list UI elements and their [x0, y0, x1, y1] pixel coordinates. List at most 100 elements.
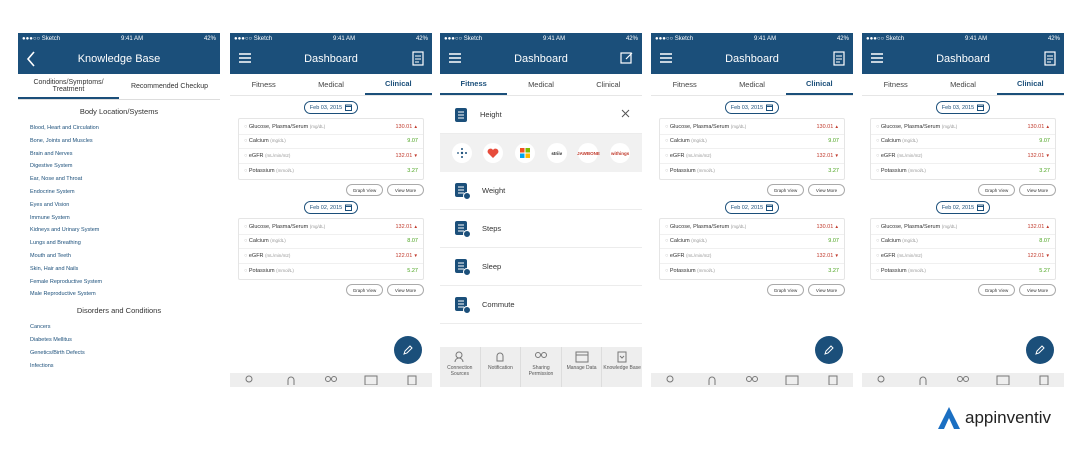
kb-list-item[interactable]: Bone, Joints and Muscles [30, 135, 220, 148]
connection-sources-icon[interactable] [651, 373, 691, 387]
lab-result-row[interactable]: ○ Glucose, Plasma/Serum (mg/dL) 130.01 ▲ [660, 220, 844, 235]
source-metric-row[interactable]: Sleep [440, 248, 642, 286]
view-more-button[interactable]: View More [387, 184, 424, 196]
lab-result-row[interactable]: ○ Calcium (mg/dL) 8.07 [871, 235, 1055, 249]
notification-icon[interactable] [270, 373, 310, 387]
date-pill[interactable]: Feb 02, 2015 [936, 201, 990, 214]
lab-result-row[interactable]: ○ Glucose, Plasma/Serum (mg/dL) 132.01 ▲ [239, 220, 423, 235]
source-metric-row[interactable]: Weight [440, 172, 642, 210]
kb-list-item[interactable]: Skin, Hair and Nails [30, 263, 220, 276]
sharing-permission-icon[interactable] [732, 373, 772, 387]
manage-data-icon[interactable] [351, 373, 391, 387]
connection-sources-icon[interactable] [230, 373, 270, 387]
view-more-button[interactable]: View More [387, 284, 424, 296]
manage-data-icon[interactable] [772, 373, 812, 387]
lab-result-row[interactable]: ○ Calcium (mg/dL) 9.07 [239, 135, 423, 149]
close-icon[interactable] [621, 109, 630, 120]
date-pill[interactable]: Feb 03, 2015 [936, 101, 990, 114]
tab-medical[interactable]: Medical [718, 74, 785, 95]
microsoft-logo-icon[interactable] [515, 143, 536, 163]
kb-list-item[interactable]: Digestive System [30, 160, 220, 173]
lab-result-row[interactable]: ○ Potassium (mmol/L) 5.27 [871, 264, 1055, 279]
kb-list-item[interactable]: Male Reproductive System [30, 288, 220, 301]
edit-fab-button[interactable] [815, 336, 843, 364]
tab-fitness[interactable]: Fitness [651, 74, 718, 95]
tab-conditions[interactable]: Conditions/Symptoms/ Treatment [18, 74, 119, 99]
height-row[interactable]: Height [440, 96, 642, 134]
lab-result-row[interactable]: ○ Glucose, Plasma/Serum (mg/dL) 132.01 ▲ [871, 220, 1055, 235]
graph-view-button[interactable]: Graph View [978, 284, 1015, 296]
lab-result-row[interactable]: ○ Glucose, Plasma/Serum (mg/dL) 130.01 ▲ [871, 120, 1055, 135]
document-list-icon[interactable] [833, 51, 845, 71]
back-arrow-icon[interactable] [26, 51, 36, 72]
lab-result-row[interactable]: ○ Calcium (mg/dL) 9.07 [871, 135, 1055, 149]
manage-data-icon[interactable] [983, 373, 1023, 387]
kb-list-item[interactable]: Cancers [30, 321, 220, 334]
kb-list-item[interactable]: Immune System [30, 212, 220, 225]
graph-view-button[interactable]: Graph View [767, 184, 804, 196]
view-more-button[interactable]: View More [1019, 184, 1056, 196]
knowledge-base-icon[interactable] [813, 373, 853, 387]
lab-result-row[interactable]: ○ eGFR (mL/min/m2) 122.01 ▼ [239, 249, 423, 264]
lab-result-row[interactable]: ○ eGFR (mL/min/m2) 122.01 ▼ [871, 249, 1055, 264]
notification-icon[interactable] [902, 373, 942, 387]
striiv-logo-icon[interactable]: striiv [546, 143, 567, 163]
menu-icon[interactable] [448, 51, 462, 70]
connection-sources-icon[interactable] [862, 373, 902, 387]
tab-fitness[interactable]: Fitness [440, 74, 508, 95]
bottom-tab-item[interactable]: Connection Sources [440, 347, 481, 387]
heart-logo-icon[interactable] [483, 143, 504, 163]
lab-result-row[interactable]: ○ eGFR (mL/min/m2) 132.01 ▼ [660, 249, 844, 264]
tab-fitness[interactable]: Fitness [230, 74, 297, 95]
view-more-button[interactable]: View More [808, 184, 845, 196]
graph-view-button[interactable]: Graph View [978, 184, 1015, 196]
tab-clinical[interactable]: Clinical [575, 74, 642, 95]
kb-list-item[interactable]: Blood, Heart and Circulation [30, 122, 220, 135]
graph-view-button[interactable]: Graph View [767, 284, 804, 296]
tab-recommended-checkup[interactable]: Recommended Checkup [119, 74, 220, 99]
kb-list-item[interactable]: Genetics/Birth Defects [30, 347, 220, 360]
kb-list-item[interactable]: Kidneys and Urinary System [30, 224, 220, 237]
menu-icon[interactable] [659, 51, 673, 70]
view-more-button[interactable]: View More [1019, 284, 1056, 296]
graph-view-button[interactable]: Graph View [346, 284, 383, 296]
document-list-icon[interactable] [412, 51, 424, 71]
tab-medical[interactable]: Medical [929, 74, 996, 95]
lab-result-row[interactable]: ○ eGFR (mL/min/m2) 132.01 ▼ [660, 149, 844, 164]
lab-result-row[interactable]: ○ Potassium (mmol/L) 3.27 [660, 264, 844, 279]
bottom-tab-item[interactable]: Knowledge Base [602, 347, 642, 387]
date-pill[interactable]: Feb 03, 2015 [725, 101, 779, 114]
graph-view-button[interactable]: Graph View [346, 184, 383, 196]
date-pill[interactable]: Feb 03, 2015 [304, 101, 358, 114]
tab-medical[interactable]: Medical [297, 74, 364, 95]
lab-result-row[interactable]: ○ Potassium (mmol/L) 5.27 [239, 264, 423, 279]
tab-clinical[interactable]: Clinical [364, 74, 432, 95]
kb-list-item[interactable]: Eyes and Vision [30, 199, 220, 212]
kb-list-item[interactable]: Infections [30, 360, 220, 373]
edit-fab-button[interactable] [1026, 336, 1054, 364]
knowledge-base-icon[interactable] [1024, 373, 1064, 387]
tab-medical[interactable]: Medical [507, 74, 574, 95]
edit-fab-button[interactable] [394, 336, 422, 364]
sharing-permission-icon[interactable] [943, 373, 983, 387]
bottom-tab-item[interactable]: Manage Data [562, 347, 603, 387]
kb-list-item[interactable]: Endocrine System [30, 186, 220, 199]
bottom-tab-item[interactable]: Notification [481, 347, 522, 387]
date-pill[interactable]: Feb 02, 2015 [304, 201, 358, 214]
lab-result-row[interactable]: ○ Potassium (mmol/L) 3.27 [239, 164, 423, 179]
tab-clinical[interactable]: Clinical [996, 74, 1064, 95]
sharing-permission-icon[interactable] [311, 373, 351, 387]
lab-result-row[interactable]: ○ Calcium (mg/dL) 9.07 [660, 135, 844, 149]
lab-result-row[interactable]: ○ eGFR (mL/min/m2) 132.01 ▼ [871, 149, 1055, 164]
lab-result-row[interactable]: ○ Calcium (mg/dL) 8.07 [239, 235, 423, 249]
edit-icon[interactable] [620, 51, 634, 70]
kb-list-item[interactable]: Mouth and Teeth [30, 250, 220, 263]
lab-result-row[interactable]: ○ Potassium (mmol/L) 3.27 [871, 164, 1055, 179]
tab-fitness[interactable]: Fitness [862, 74, 929, 95]
tab-clinical[interactable]: Clinical [785, 74, 853, 95]
lab-result-row[interactable]: ○ eGFR (mL/min/m2) 132.01 ▼ [239, 149, 423, 164]
source-metric-row[interactable]: Commute [440, 286, 642, 324]
knowledge-base-icon[interactable] [392, 373, 432, 387]
menu-icon[interactable] [870, 51, 884, 70]
lab-result-row[interactable]: ○ Potassium (mmol/L) 3.27 [660, 164, 844, 179]
